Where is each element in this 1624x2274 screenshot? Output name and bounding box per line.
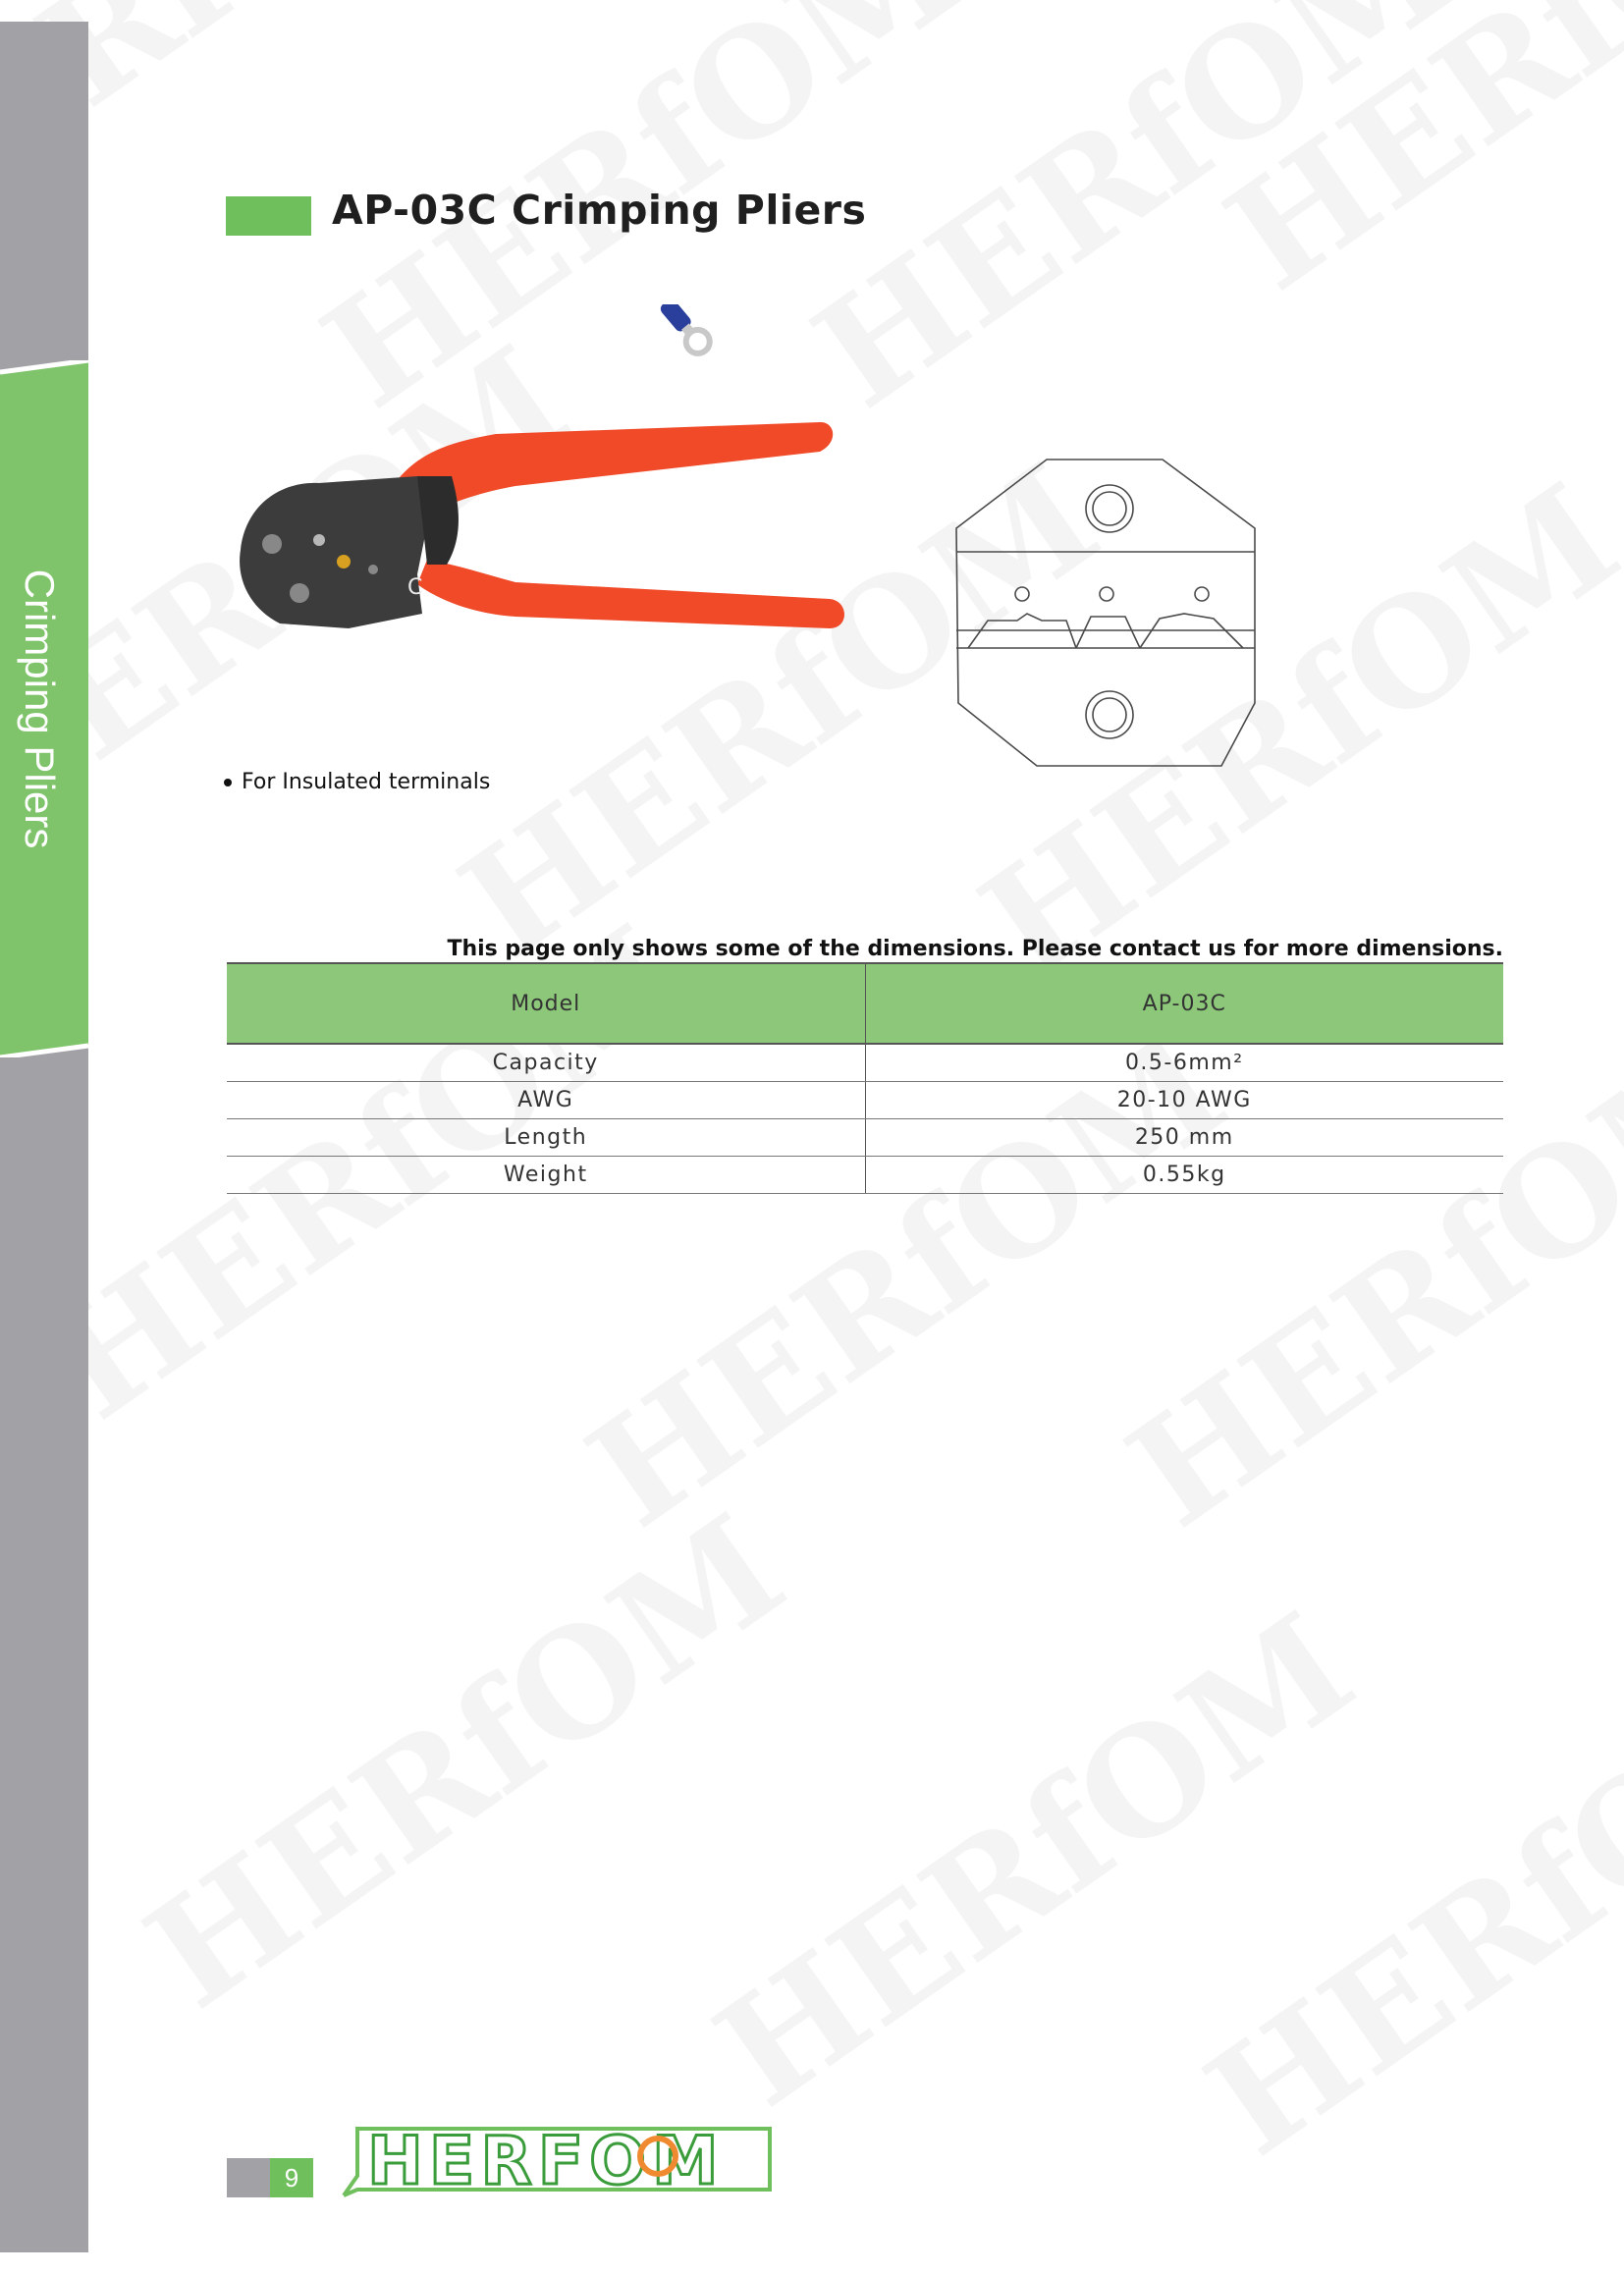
title-accent-block xyxy=(226,196,311,236)
spec-label: AWG xyxy=(227,1081,865,1119)
page-number-box: 9 xyxy=(227,2158,313,2197)
spec-label: Weight xyxy=(227,1156,865,1194)
feature-bullet: For Insulated terminals xyxy=(224,770,490,794)
spec-label: Capacity xyxy=(227,1044,865,1082)
watermark-text: HERfOM xyxy=(118,1483,814,2042)
bullet-dot xyxy=(224,779,232,786)
watermark-text: HERfOM xyxy=(1198,0,1624,323)
dimensions-note: This page only shows some of the dimensi… xyxy=(447,937,1503,961)
spec-value: 250 mm xyxy=(864,1118,1503,1157)
spec-value: 0.55kg xyxy=(864,1156,1503,1194)
watermark-text: HERfOM xyxy=(1178,1630,1624,2190)
page-number: 9 xyxy=(284,2163,299,2193)
table-row: AWG 20-10 AWG xyxy=(227,1081,1503,1119)
herfom-logo: HERFOM xyxy=(342,2122,772,2201)
crimping-pliers-image: C xyxy=(240,304,844,628)
logo-text: HERFOM xyxy=(367,2123,725,2200)
spec-value: 20-10 AWG xyxy=(864,1081,1503,1119)
header-model: Model xyxy=(227,962,865,1045)
table-row: Weight 0.55kg xyxy=(227,1156,1503,1194)
watermark-text: HERfOM xyxy=(687,1581,1383,2140)
watermark-text: HERfOM xyxy=(785,0,1482,441)
page-title: AP-03C Crimping Pliers xyxy=(332,187,867,234)
table-header-row: Model AP-03C xyxy=(227,962,1503,1045)
sidebar-strip xyxy=(0,22,88,2252)
die-letter-mark: C xyxy=(407,575,422,600)
ring-terminal-icon xyxy=(660,304,713,356)
header-model-value: AP-03C xyxy=(864,962,1503,1045)
sidebar-section-label: Crimping Pliers xyxy=(17,568,63,849)
crimp-die-diagram xyxy=(955,459,1256,767)
spec-value: 0.5-6mm² xyxy=(864,1044,1503,1082)
spec-table: Model AP-03C Capacity 0.5-6mm² AWG 20-10… xyxy=(227,962,1503,1194)
table-row: Capacity 0.5-6mm² xyxy=(227,1044,1503,1082)
spec-label: Length xyxy=(227,1118,865,1157)
feature-text: For Insulated terminals xyxy=(242,770,491,794)
table-row: Length 250 mm xyxy=(227,1118,1503,1157)
